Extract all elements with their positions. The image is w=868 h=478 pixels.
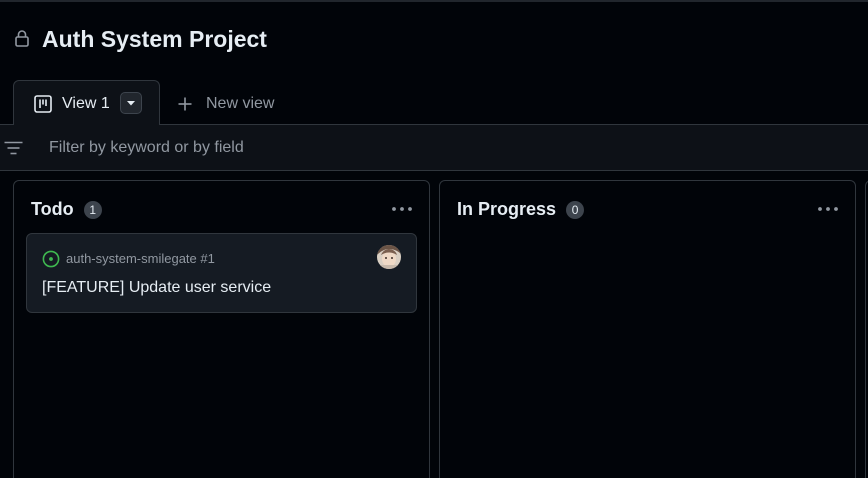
column-menu-icon[interactable]	[390, 201, 414, 217]
item-count-badge: 0	[566, 200, 585, 219]
issue-title[interactable]: [FEATURE] Update user service	[42, 279, 271, 297]
column-title: Todo	[31, 199, 74, 219]
column-header: Todo 1	[31, 199, 102, 220]
filter-bar	[0, 125, 868, 171]
tab-view-1[interactable]: View 1	[13, 80, 160, 125]
project-title: Auth System Project	[42, 26, 267, 52]
view-options-button[interactable]	[120, 92, 142, 114]
lock-icon	[15, 30, 29, 47]
issue-card[interactable]: auth-system-smilegate #1 [FEATURE] Updat…	[26, 233, 417, 313]
project-board-page: Auth System Project View 1 New view Filt…	[0, 0, 868, 478]
item-count-badge: 1	[83, 200, 102, 219]
tab-label: View 1	[62, 95, 110, 112]
project-header: Auth System Project	[0, 2, 868, 80]
column-todo: Todo 1 auth-system-smilegate #1 [FEATURE…	[13, 180, 430, 478]
filter-icon[interactable]	[4, 141, 23, 155]
avatar[interactable]	[377, 245, 401, 269]
board-icon	[34, 95, 52, 113]
new-view-label: New view	[206, 95, 275, 112]
issue-open-icon	[42, 250, 60, 268]
plus-icon	[178, 97, 192, 111]
column-in-progress: In Progress 0	[439, 180, 856, 478]
column-menu-icon[interactable]	[816, 201, 840, 217]
view-tabs: View 1 New view	[0, 80, 868, 125]
column-title: In Progress	[457, 199, 557, 219]
triangle-down-icon	[127, 101, 135, 106]
filter-input[interactable]	[40, 133, 649, 163]
issue-reference-link[interactable]: auth-system-smilegate #1	[66, 251, 215, 266]
column-header: In Progress 0	[457, 199, 585, 220]
new-view-button[interactable]: New view	[177, 93, 274, 115]
